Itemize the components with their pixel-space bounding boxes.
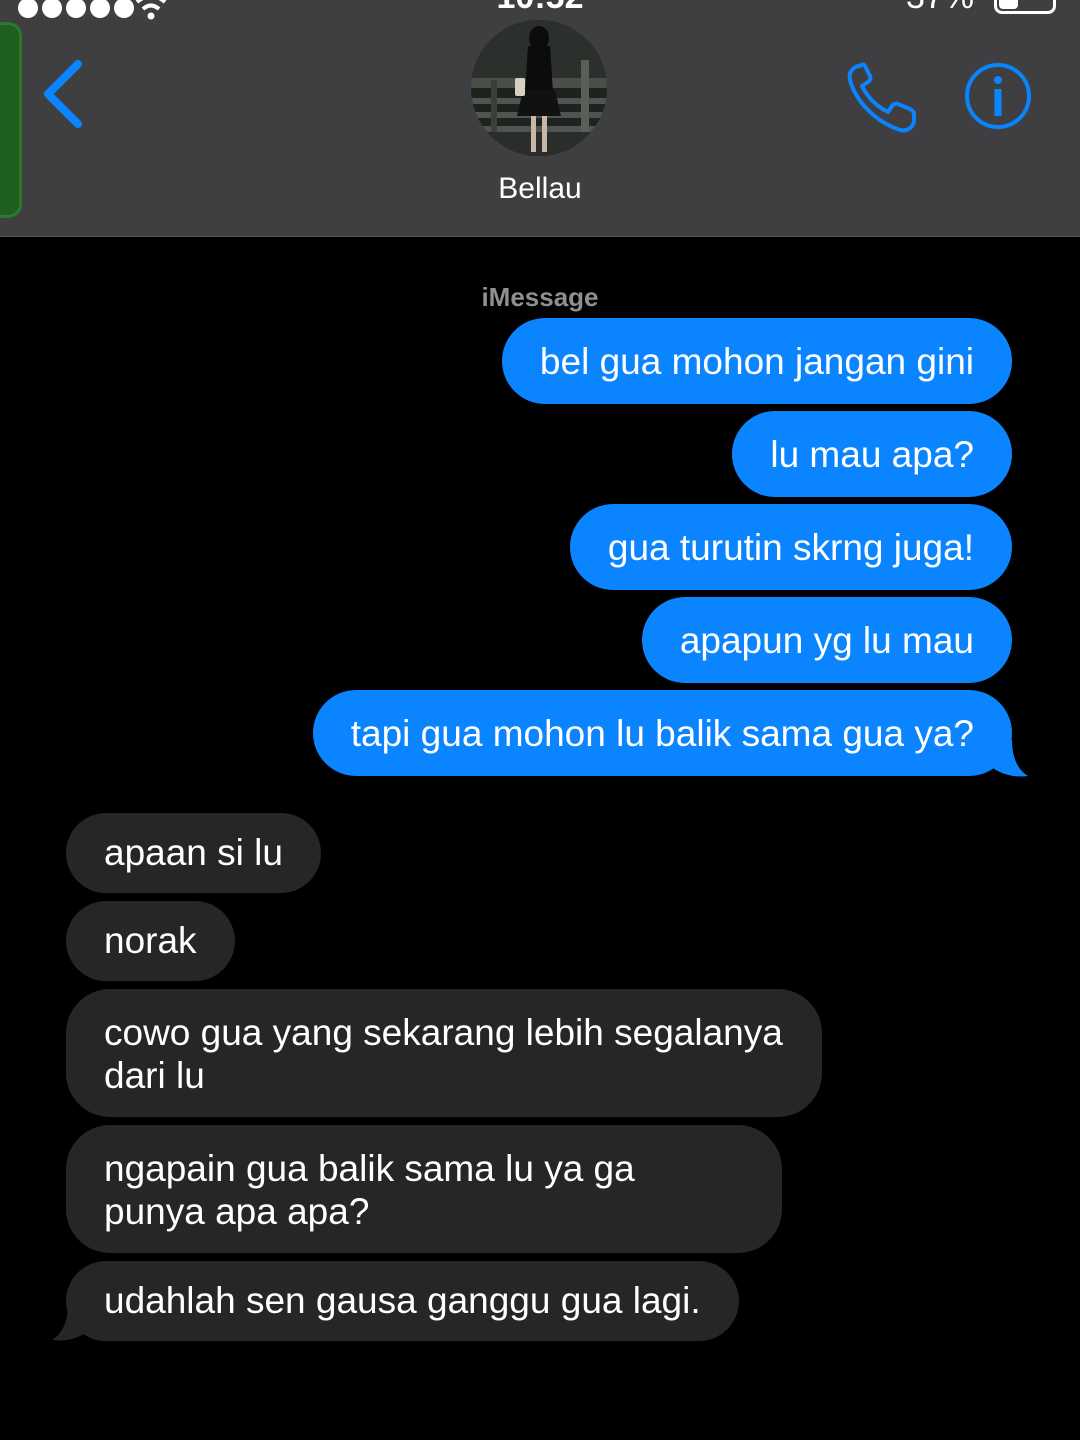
battery-icon <box>994 0 1056 14</box>
chevron-left-icon <box>44 60 82 128</box>
outgoing-message[interactable]: apapun yg lu mau <box>641 597 1012 683</box>
battery-level <box>999 0 1019 9</box>
outgoing-bubble-tail <box>990 740 1028 777</box>
incoming-message[interactable]: apaan si lu <box>66 813 321 893</box>
back-button[interactable] <box>36 56 96 132</box>
contact-avatar[interactable] <box>471 20 607 156</box>
incoming-bubble-tail <box>52 1304 90 1341</box>
service-label: iMessage <box>481 282 599 312</box>
incoming-message[interactable]: norak <box>66 901 235 981</box>
contact-name[interactable]: Bellau <box>0 172 1080 206</box>
status-bar: 10:52 37% <box>0 0 1080 20</box>
incoming-message[interactable]: cowo gua yang sekarang lebih segalanya d… <box>66 989 822 1117</box>
conversation-header: 10:52 37% Bellau <box>0 0 1080 237</box>
call-button[interactable] <box>842 58 922 138</box>
battery-percent: 37% <box>906 0 974 17</box>
outgoing-message[interactable]: lu mau apa? <box>732 411 1012 497</box>
avatar-photo <box>471 20 607 156</box>
incoming-message[interactable]: udahlah sen gausa ganggu gua lagi. <box>66 1261 739 1341</box>
outgoing-message[interactable]: bel gua mohon jangan gini <box>501 318 1012 404</box>
outgoing-message[interactable]: gua turutin skrng juga! <box>569 504 1012 590</box>
info-button[interactable] <box>962 60 1034 132</box>
outgoing-message[interactable]: tapi gua mohon lu balik sama gua ya? <box>312 690 1012 776</box>
incoming-message[interactable]: ngapain gua balik sama lu ya ga punya ap… <box>66 1125 782 1253</box>
phone-icon <box>847 62 916 133</box>
info-icon <box>965 63 1031 129</box>
